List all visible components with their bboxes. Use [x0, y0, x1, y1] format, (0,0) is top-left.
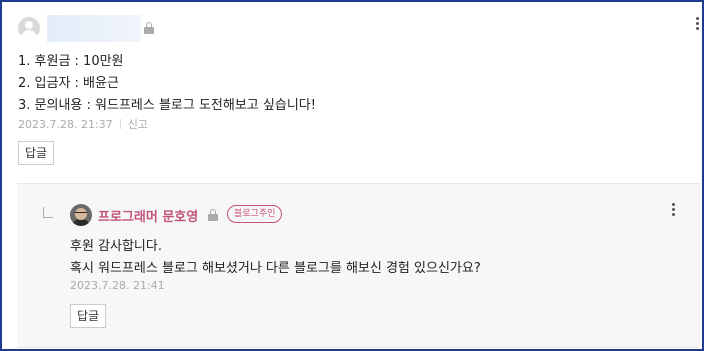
- more-options-icon[interactable]: [696, 17, 700, 30]
- reply-indent-icon: [43, 207, 53, 218]
- comment-line: 3. 문의내용 : 워드프레스 블로그 도전해보고 싶습니다!: [18, 98, 316, 113]
- report-link[interactable]: 신고: [128, 118, 148, 131]
- comment-line: 2. 입금자 : 배윤근: [18, 76, 119, 91]
- divider: [17, 347, 700, 348]
- lock-icon: [144, 22, 154, 34]
- owner-avatar[interactable]: [70, 204, 92, 226]
- comment-line: 1. 후원금 : 10만원: [18, 54, 124, 69]
- reply-date: 2023.7.28. 21:41: [70, 279, 165, 292]
- reply-line: 혹시 워드프레스 블로그 해보셨거나 다른 블로그를 해보신 경험 있으신가요?: [70, 261, 481, 276]
- reply-author[interactable]: 프로그래머 문호영: [98, 206, 198, 225]
- comment-meta: 2023.7.28. 21:37 신고: [18, 116, 148, 132]
- comment-date: 2023.7.28. 21:37: [18, 118, 113, 131]
- reply-button[interactable]: 답글: [70, 304, 107, 328]
- more-options-icon[interactable]: [672, 203, 676, 216]
- reply-line: 후원 감사합니다.: [70, 239, 162, 254]
- blog-owner-badge: 블로그주인: [227, 205, 283, 223]
- lock-icon: [208, 209, 218, 221]
- reply-button[interactable]: 답글: [18, 141, 55, 165]
- user-avatar-icon[interactable]: [18, 17, 40, 39]
- redacted-username: [47, 15, 141, 42]
